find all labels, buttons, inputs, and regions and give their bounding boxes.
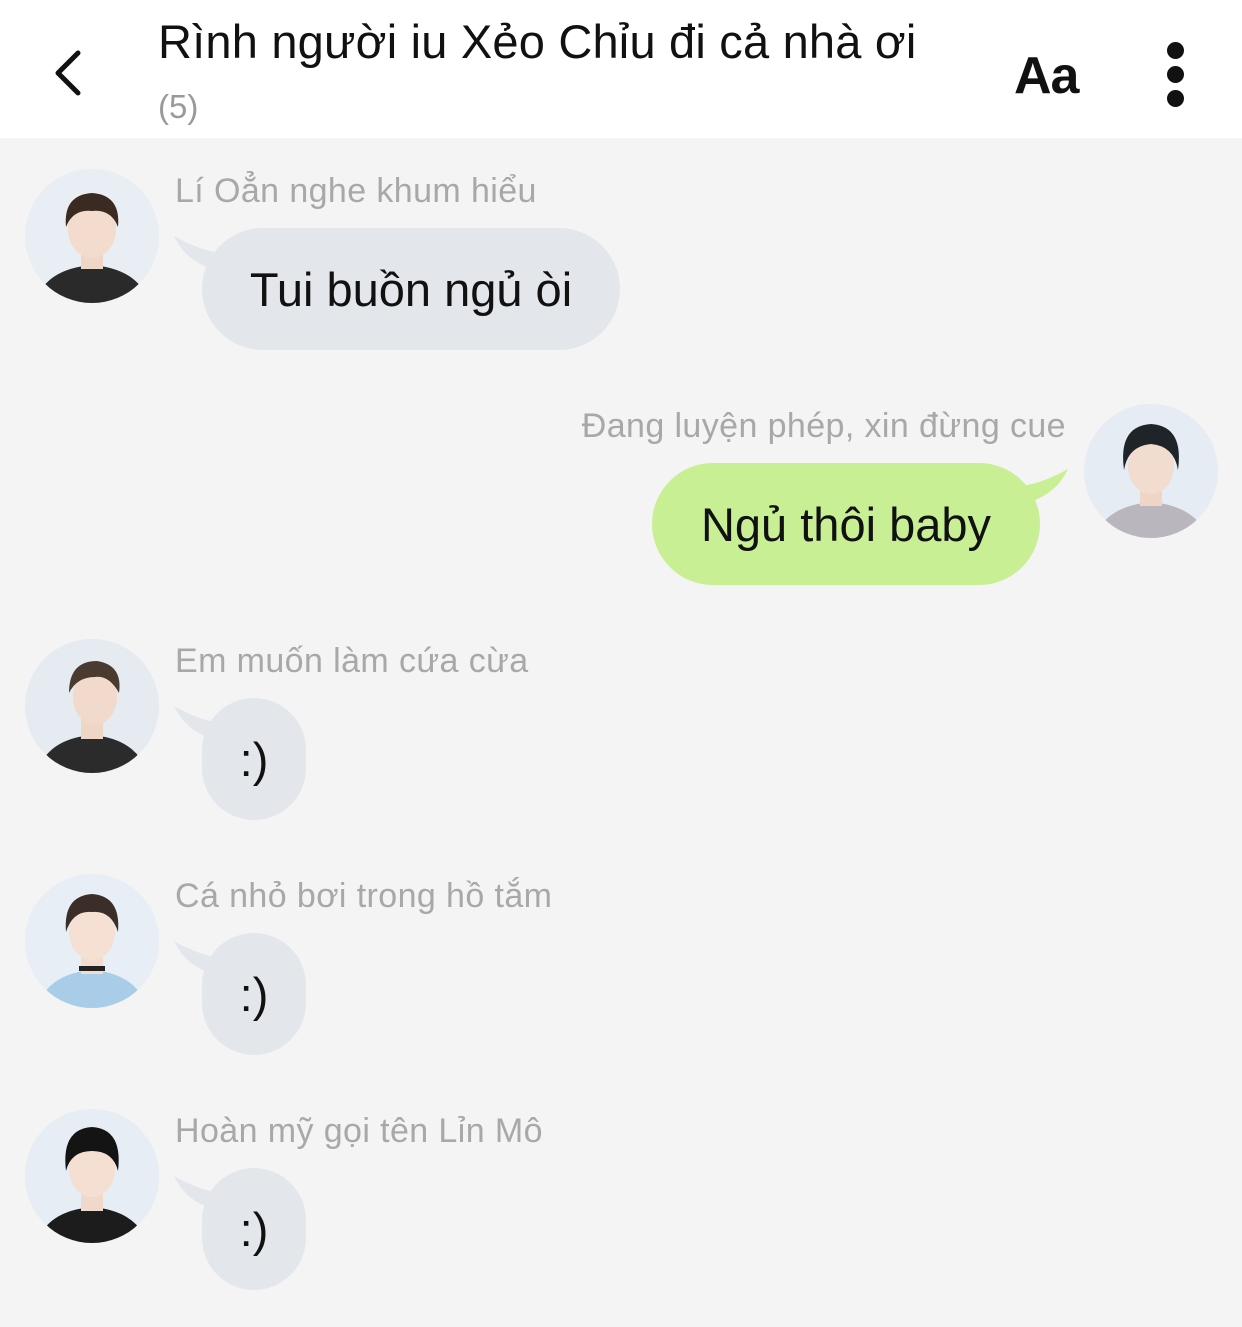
more-options-button[interactable]	[1150, 38, 1202, 110]
chevron-left-icon	[55, 50, 81, 96]
avatar[interactable]	[1084, 404, 1218, 538]
message-bubble[interactable]: :)	[202, 933, 306, 1055]
message-bubble[interactable]: Tui buồn ngủ òi	[202, 228, 620, 350]
avatar[interactable]	[25, 639, 159, 773]
member-count: (5)	[158, 88, 199, 125]
back-button[interactable]	[38, 38, 98, 108]
chat-title: Rình người iu Xẻo Chỉu đi cả nhà ơi	[158, 15, 917, 68]
message-bubble[interactable]: Ngủ thôi baby	[652, 463, 1040, 585]
avatar[interactable]	[25, 874, 159, 1008]
sender-name: Lí Oẳn nghe khum hiểu	[175, 172, 537, 210]
chat-header: Rình người iu Xẻo Chỉu đi cả nhà ơi (5) …	[0, 0, 1242, 138]
sender-name: Em muốn làm cứa cừa	[175, 642, 529, 680]
avatar[interactable]	[25, 169, 159, 303]
message-bubble[interactable]: :)	[202, 1168, 306, 1290]
message-bubble[interactable]: :)	[202, 698, 306, 820]
sender-name: Cá nhỏ bơi trong hồ tắm	[175, 877, 553, 915]
vertical-dots-icon	[1167, 42, 1184, 59]
avatar[interactable]	[25, 1109, 159, 1243]
sender-name: Hoàn mỹ gọi tên Lỉn Mô	[175, 1112, 543, 1150]
font-size-button[interactable]: Aa	[1014, 46, 1079, 106]
sender-name: Đang luyện phép, xin đừng cue	[581, 407, 1066, 445]
